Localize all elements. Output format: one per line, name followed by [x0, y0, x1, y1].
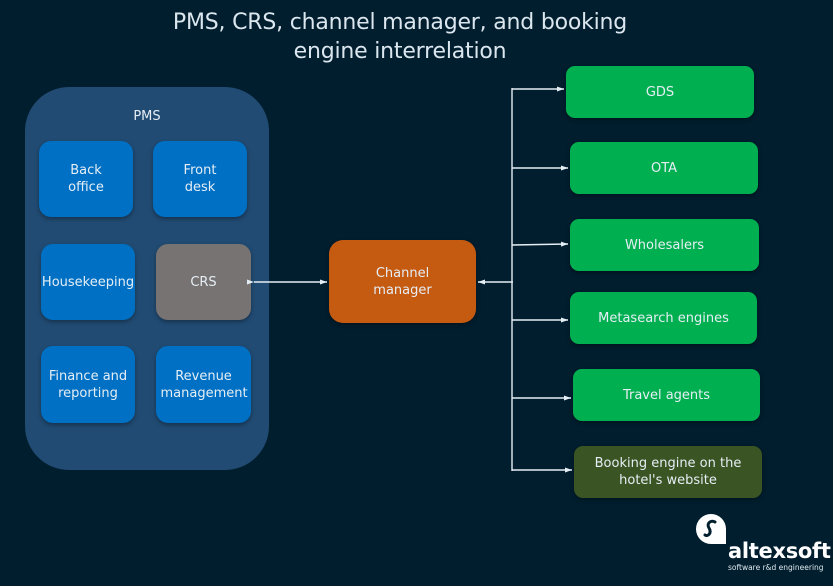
logo-name: altexsoft [728, 539, 831, 563]
connectors [247, 86, 572, 473]
altexsoft-logo-icon [696, 514, 726, 544]
arrow-to-wholesalers [511, 241, 569, 247]
logo-tagline: software r&d engineering [728, 563, 824, 572]
altexsoft-logo: altexsoft software r&d engineering [694, 512, 831, 576]
